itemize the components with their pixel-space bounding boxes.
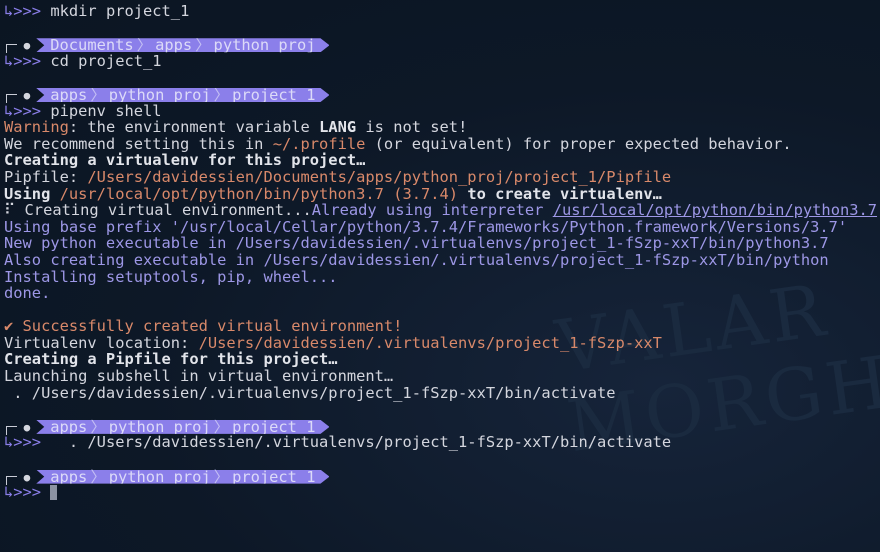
output-text: : the environment variable xyxy=(68,118,320,137)
prompt-arrow-icon: ↳>>> xyxy=(4,101,51,120)
output-text: Creating a virtualenv for this project… xyxy=(4,151,366,170)
output-line: Creating a Pipfile for this project… xyxy=(4,351,880,368)
terminal-output[interactable]: ↳>>> mkdir project_1 ● Documents 〉 apps 〉 pyt… xyxy=(4,3,880,501)
prompt-line: ● apps 〉 python_proj 〉 project_1 xyxy=(4,86,880,103)
breadcrumb: apps 〉 python_proj 〉 project_1 xyxy=(36,420,329,434)
output-text: Using base prefix '/usr/local/Cellar/pyt… xyxy=(4,217,848,236)
command-line: ↳>>> pipenv shell xyxy=(4,101,880,120)
output-line: Installing setuptools, pip, wheel... xyxy=(4,267,880,286)
output-text: Warning xyxy=(4,118,69,137)
output-text: LANG xyxy=(319,118,357,137)
apple-icon: ● xyxy=(17,470,31,484)
command-text: cd project_1 xyxy=(50,51,162,70)
output-line: Warning: the environment variable LANG i… xyxy=(4,119,880,136)
output-line: ✔ Successfully created virtual environme… xyxy=(4,318,880,335)
breadcrumb-item[interactable]: python_proj xyxy=(109,468,211,486)
output-text: /Users/davidessien/.virtualenvs/project_… xyxy=(198,333,662,352)
output-line: Creating a virtualenv for this project… xyxy=(4,152,880,169)
output-text: ✔ Successfully created virtual environme… xyxy=(4,317,403,336)
prompt-arrow-icon: ↳>>> xyxy=(4,433,51,452)
output-text: Using xyxy=(4,184,60,203)
output-text: ~/.profile xyxy=(272,134,366,153)
output-text: (or equivalent) for proper expected beha… xyxy=(365,134,792,153)
chevron-right-icon: 〉 xyxy=(90,467,106,486)
prompt-line: ● Documents 〉 apps 〉 python_proj xyxy=(4,36,880,54)
output-text: Pipfile: xyxy=(4,167,88,186)
output-text: Already using interpreter xyxy=(311,201,553,220)
command-line: ↳>>> xyxy=(4,484,880,501)
prompt-arrow-icon: ↳>>> xyxy=(4,2,51,20)
output-text: to create virtualenv… xyxy=(458,184,662,203)
breadcrumb-item[interactable]: project_1 xyxy=(232,86,315,104)
output-text: Installing setuptools, pip, wheel... xyxy=(4,267,338,286)
output-line: We recommend setting this in ~/.profile … xyxy=(4,134,880,153)
output-text: Creating a Pipfile for this project… xyxy=(4,350,338,369)
output-line: . /Users/davidessien/.virtualenvs/projec… xyxy=(4,383,880,402)
command-text: pipenv shell xyxy=(50,101,162,120)
output-text: is not set! xyxy=(356,118,468,137)
output-text: We recommend setting this in xyxy=(4,134,273,153)
output-text: New python executable in /Users/davidess… xyxy=(4,234,829,253)
breadcrumb: apps 〉 python_proj 〉 project_1 xyxy=(36,470,329,484)
output-line: Also creating executable in /Users/david… xyxy=(4,252,880,269)
chevron-right-icon: 〉 xyxy=(213,85,230,104)
apple-icon: ● xyxy=(17,420,31,434)
chevron-right-icon: 〉 xyxy=(195,36,211,55)
chevron-right-icon: 〉 xyxy=(213,467,230,486)
prompt-line: ● apps 〉 python_proj 〉 project_1 xyxy=(4,418,880,435)
output-text: Launching subshell in virtual environmen… xyxy=(4,367,394,386)
output-text: /usr/local/opt/python/bin/python3.7 xyxy=(552,201,878,220)
prompt-arrow-icon: ↳>>> xyxy=(4,483,51,502)
output-line: Using /usr/local/opt/python/bin/python3.… xyxy=(4,184,880,203)
prompt-line: ● apps 〉 python_proj 〉 project_1 xyxy=(4,468,880,485)
output-text: /usr/local/opt/python/bin/python3.7 xyxy=(59,184,384,203)
output-line: New python executable in /Users/davidess… xyxy=(4,235,880,252)
output-line: Virtualenv location: /Users/davidessien/… xyxy=(4,335,880,352)
output-line: ⠏ Creating virtual environment...Already… xyxy=(4,202,880,219)
breadcrumb-item[interactable]: apps xyxy=(50,468,87,486)
output-text: Also creating executable in /Users/david… xyxy=(4,250,829,269)
command-line: ↳>>> cd project_1 xyxy=(4,51,880,70)
output-text: . /Users/davidessien/.virtualenvs/projec… xyxy=(4,383,616,402)
output-text: (3.7.4) xyxy=(383,184,459,203)
command-line: ↳>>> . /Users/davidessien/.virtualenvs/p… xyxy=(4,434,880,451)
breadcrumb: apps 〉 python_proj 〉 project_1 xyxy=(36,88,329,102)
output-line: Launching subshell in virtual environmen… xyxy=(4,368,880,385)
breadcrumb-item[interactable]: project_1 xyxy=(232,468,315,486)
output-text: ⠏ Creating virtual environment... xyxy=(4,201,312,220)
output-text: done. xyxy=(4,284,51,303)
output-line: Pipfile: /Users/davidessien/Documents/ap… xyxy=(4,169,880,186)
command-line: ↳>>> mkdir project_1 xyxy=(4,3,880,20)
command-text: mkdir project_1 xyxy=(50,2,190,20)
prompt-arrow-icon: ↳>>> xyxy=(4,51,51,70)
output-text: /Users/davidessien/Documents/apps/python… xyxy=(87,167,672,186)
apple-icon: ● xyxy=(17,88,31,102)
breadcrumb-item[interactable]: python_proj xyxy=(214,36,316,54)
output-text: Virtualenv location: xyxy=(4,333,199,352)
apple-icon: ● xyxy=(17,39,31,53)
text-cursor xyxy=(50,485,58,501)
command-text: . /Users/davidessien/.virtualenvs/projec… xyxy=(50,433,672,452)
output-line: done. xyxy=(4,285,880,302)
breadcrumb: Documents 〉 apps 〉 python_proj xyxy=(36,38,329,52)
output-line: Using base prefix '/usr/local/Cellar/pyt… xyxy=(4,217,880,236)
